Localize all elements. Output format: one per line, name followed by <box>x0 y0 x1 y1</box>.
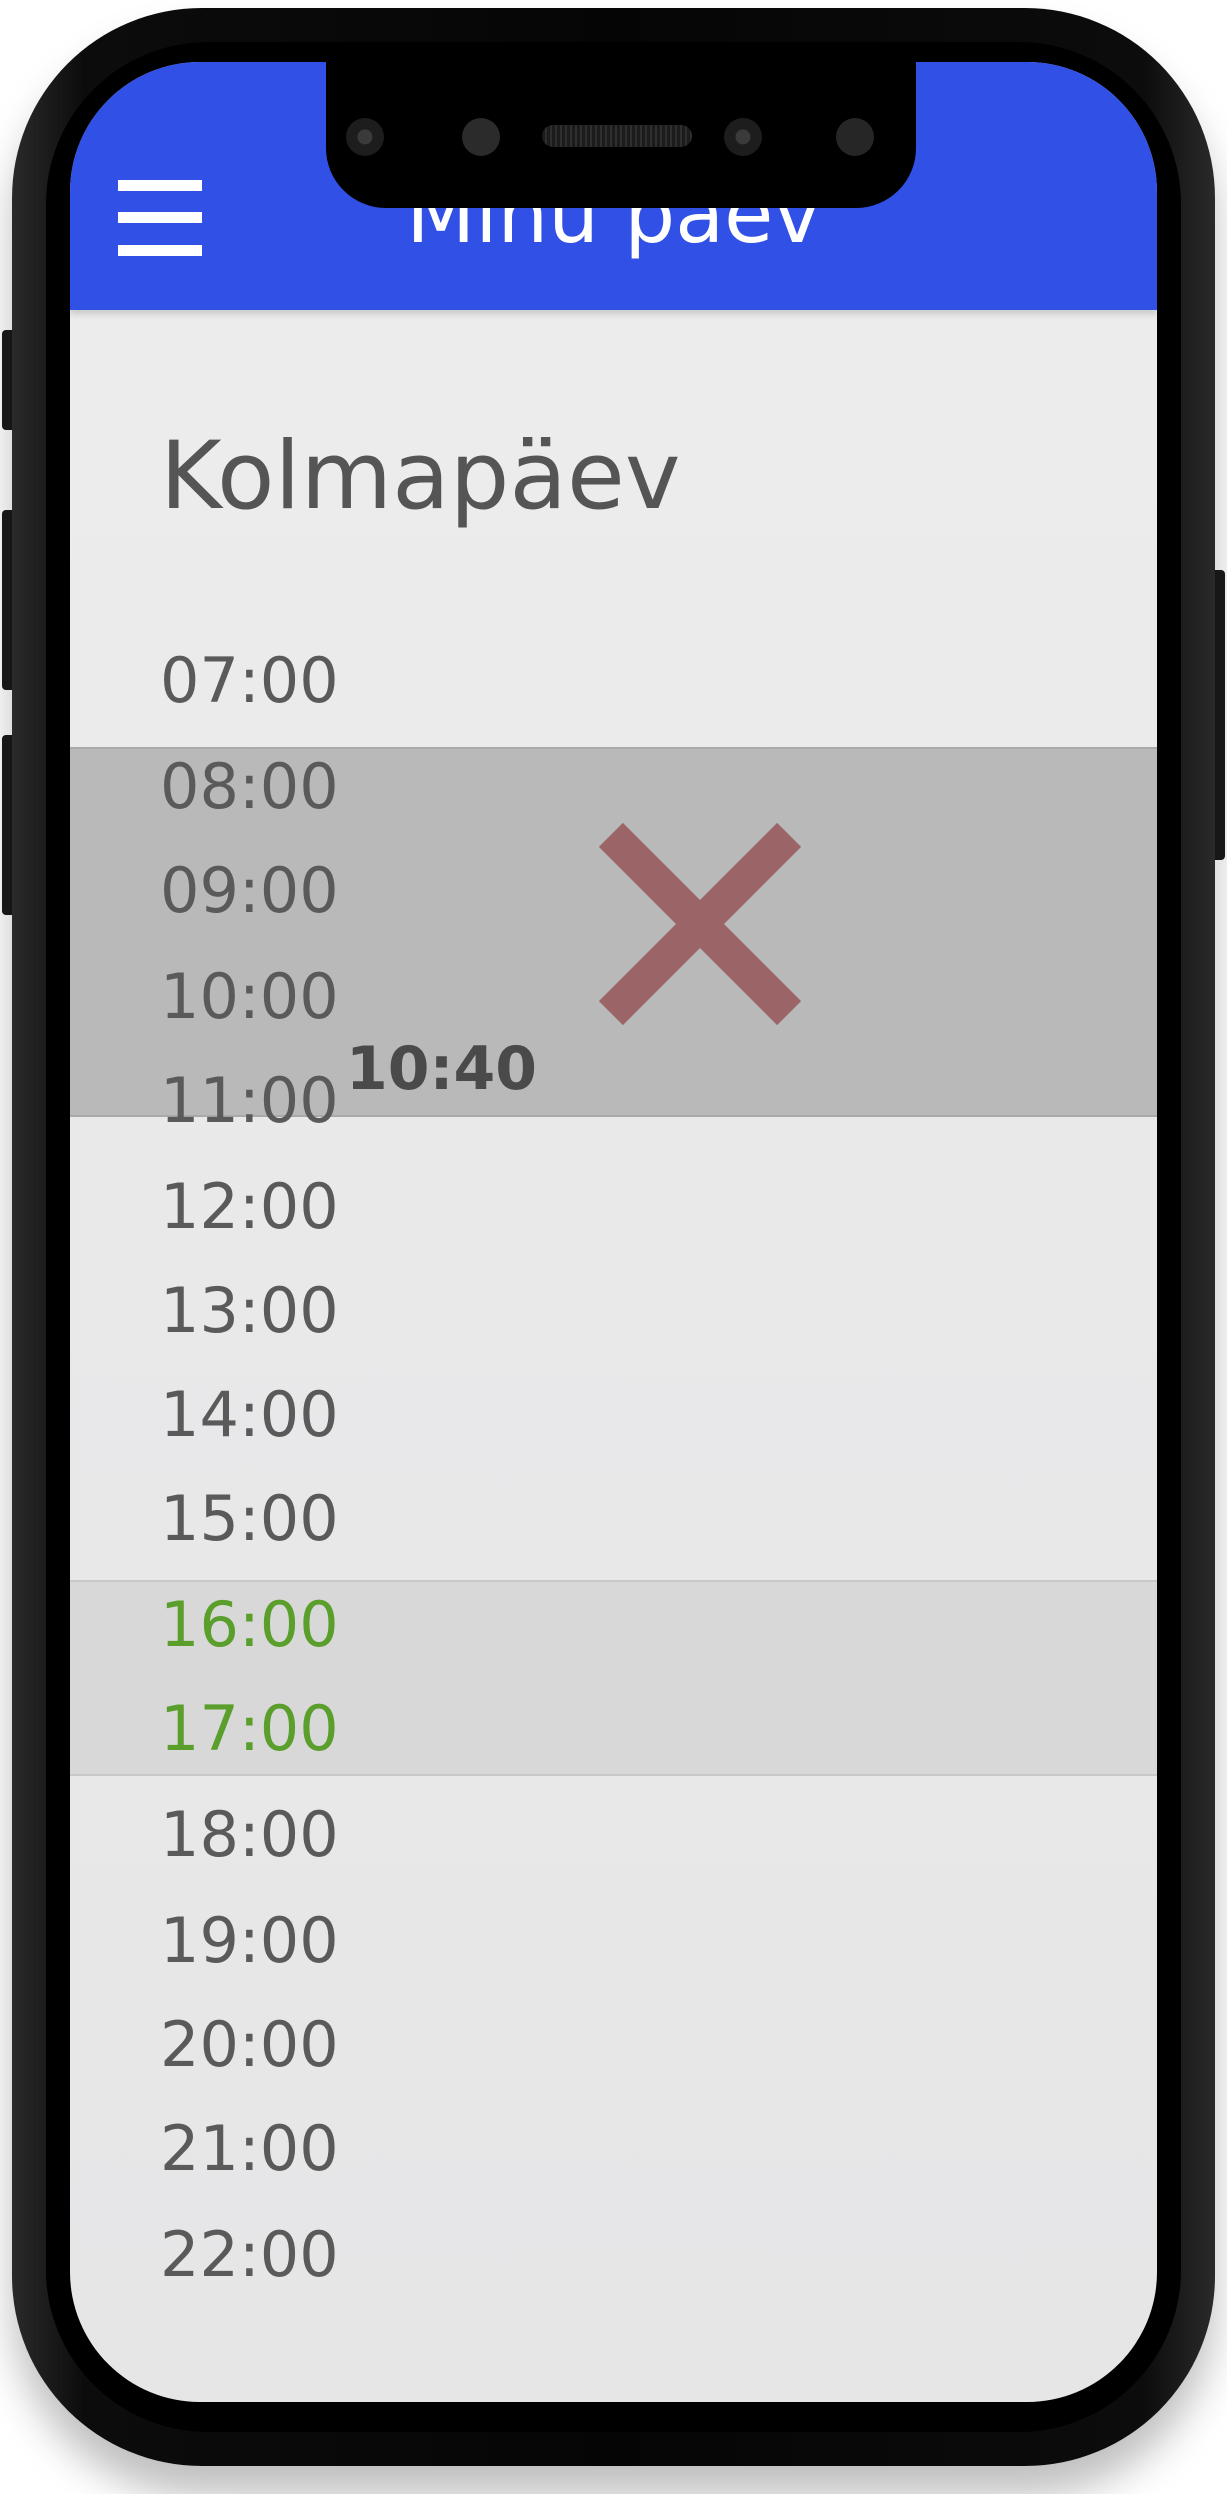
hour-label-highlighted: 16:00 <box>160 1588 339 1661</box>
hour-label-highlighted: 17:00 <box>160 1692 339 1765</box>
hour-label: 08:00 <box>160 750 339 823</box>
proximity-sensor-icon <box>462 118 500 156</box>
hour-label: 09:00 <box>160 854 339 927</box>
hour-label: 19:00 <box>160 1904 339 1977</box>
hour-label: 18:00 <box>160 1798 339 1871</box>
hour-label: 07:00 <box>160 644 339 717</box>
phone-notch <box>326 62 916 208</box>
phone-device: Minu päev Kolmapäev 07:00 08:00 09:00 10… <box>0 0 1227 2494</box>
phone-screen: Minu päev Kolmapäev 07:00 08:00 09:00 10… <box>70 62 1157 2402</box>
day-title: Kolmapäev <box>160 422 681 531</box>
front-camera-icon <box>724 118 762 156</box>
ambient-sensor-icon <box>836 118 874 156</box>
hour-label: 12:00 <box>160 1170 339 1243</box>
hour-label: 13:00 <box>160 1274 339 1347</box>
hour-label: 21:00 <box>160 2112 339 2185</box>
current-time-indicator: 10:40 <box>346 1034 537 1104</box>
hour-label: 15:00 <box>160 1482 339 1555</box>
hour-label: 22:00 <box>160 2218 339 2291</box>
hour-label: 20:00 <box>160 2008 339 2081</box>
hour-label: 10:00 <box>160 960 339 1033</box>
hour-label: 14:00 <box>160 1378 339 1451</box>
earpiece-speaker <box>542 125 692 147</box>
front-camera-icon <box>346 118 384 156</box>
hour-label: 11:00 <box>160 1064 339 1137</box>
close-x-icon[interactable] <box>590 814 810 1034</box>
